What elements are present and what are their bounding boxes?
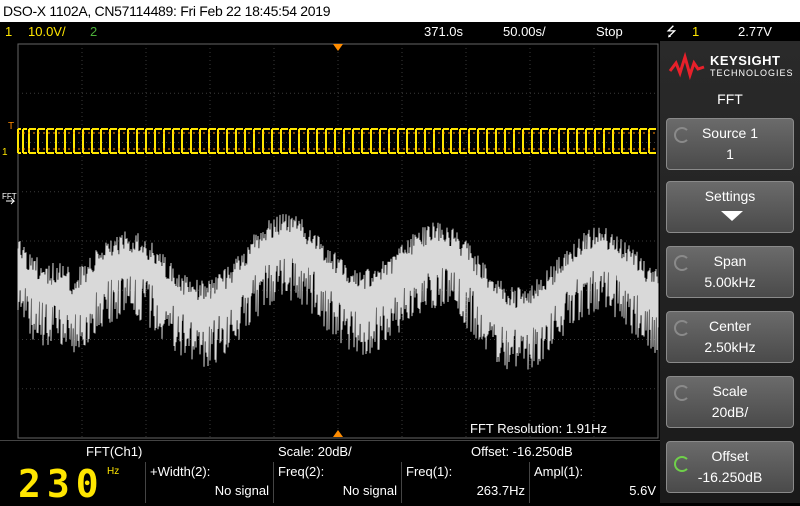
- softkey-value: 1: [726, 146, 734, 162]
- trigger-source[interactable]: 1: [692, 22, 699, 41]
- fft-marker: FFT: [2, 192, 17, 201]
- time-delay[interactable]: 371.0s: [424, 22, 463, 41]
- measurement-bar: 230 Hz +Width(2): No signal Freq(2): No …: [0, 462, 660, 506]
- settings-softkey[interactable]: Settings: [666, 181, 794, 233]
- softkey-value: 20dB/: [711, 404, 749, 420]
- softkey-label: Center: [708, 318, 752, 334]
- trigger-position-marker-bottom: [333, 430, 343, 437]
- measurement-value: No signal: [214, 483, 269, 498]
- softkey-label: Settings: [704, 188, 756, 204]
- measurement-width2[interactable]: +Width(2): No signal: [145, 462, 273, 503]
- measurement-label: Ampl(1):: [534, 464, 584, 479]
- panel-title: FFT: [717, 91, 743, 107]
- waveform-svg: T 1 FFT: [2, 43, 659, 439]
- measurement-value: 5.6V: [629, 483, 656, 498]
- measurement-ampl1[interactable]: Ampl(1): 5.6V: [529, 462, 660, 503]
- graticule: [17, 43, 659, 439]
- offset-softkey[interactable]: Offset -16.250dB: [666, 441, 794, 493]
- measurement-value: 263.7Hz: [476, 483, 525, 498]
- ch1-number[interactable]: 1: [5, 22, 12, 41]
- source-softkey[interactable]: Source 1 1: [666, 118, 794, 170]
- softkey-label: Scale: [712, 383, 748, 399]
- softkey-label: Offset: [711, 448, 749, 464]
- title-bar: DSO-X 1102A, CN57114489: Fri Feb 22 18:4…: [0, 0, 800, 22]
- run-state[interactable]: Stop: [596, 22, 623, 41]
- trigger-position-marker: [333, 44, 343, 51]
- ch1-scale[interactable]: 10.0V/: [28, 22, 66, 41]
- span-softkey[interactable]: Span 5.00kHz: [666, 246, 794, 298]
- counter-value: 230: [18, 462, 105, 506]
- math-scale: Scale: 20dB/: [278, 444, 352, 459]
- trigger-level-marker: T: [8, 121, 14, 132]
- window-title: DSO-X 1102A, CN57114489: Fri Feb 22 18:4…: [3, 3, 331, 19]
- submenu-arrow-icon: [721, 211, 743, 221]
- trigger-level[interactable]: 2.77V: [738, 22, 772, 41]
- softkey-label: Span: [713, 253, 747, 269]
- softkey-label: Source 1: [701, 125, 759, 141]
- math-offset: Offset: -16.250dB: [471, 444, 573, 459]
- softkey-panel: KEYSIGHT TECHNOLOGIES FFT Source 1 1 Set…: [660, 41, 800, 503]
- math-source: FFT(Ch1): [86, 444, 143, 459]
- waveform-display[interactable]: T 1 FFT: [0, 41, 660, 440]
- ch2-number[interactable]: 2: [90, 22, 97, 41]
- status-bar: 1 10.0V/ 2 371.0s 50.00s/ Stop ⭍ 1 2.77V: [0, 22, 800, 41]
- softkey-value: -16.250dB: [697, 469, 763, 485]
- measurement-label: +Width(2):: [150, 464, 211, 479]
- fft-trace: [17, 214, 659, 370]
- center-softkey[interactable]: Center 2.50kHz: [666, 311, 794, 363]
- fft-resolution: FFT Resolution: 1.91Hz: [470, 421, 608, 436]
- math-info-bar: FFT(Ch1) Scale: 20dB/ Offset: -16.250dB: [0, 440, 660, 463]
- measurement-label: Freq(1):: [406, 464, 453, 479]
- softkey-value: 2.50kHz: [704, 339, 756, 355]
- brand-name: KEYSIGHT: [710, 53, 781, 68]
- brand-sub: TECHNOLOGIES: [710, 68, 794, 78]
- measurement-value: No signal: [342, 483, 397, 498]
- measurement-label: Freq(2):: [278, 464, 325, 479]
- trigger-edge-icon: ⭍: [666, 24, 677, 39]
- time-scale[interactable]: 50.00s/: [503, 22, 546, 41]
- softkey-value: 5.00kHz: [704, 274, 756, 290]
- counter-unit: Hz: [107, 466, 120, 477]
- scale-softkey[interactable]: Scale 20dB/: [666, 376, 794, 428]
- measurement-freq1[interactable]: Freq(1): 263.7Hz: [401, 462, 529, 503]
- ch1-ground-marker: 1: [2, 147, 8, 158]
- measurement-freq2[interactable]: Freq(2): No signal: [273, 462, 401, 503]
